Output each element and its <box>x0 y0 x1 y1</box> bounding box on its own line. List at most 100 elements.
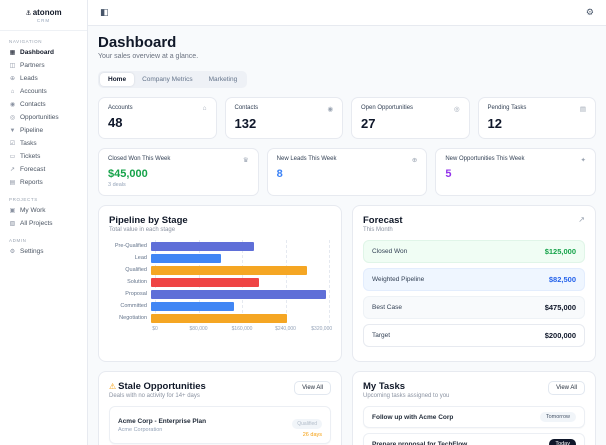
sidebar-item-label: Tasks <box>20 140 37 147</box>
funnel-icon: ▼ <box>9 127 16 134</box>
users-icon: ◉ <box>327 106 333 113</box>
chart-track <box>151 265 329 275</box>
sidebar-item-accounts[interactable]: ⌂ Accounts <box>0 85 87 98</box>
tab-marketing[interactable]: Marketing <box>201 73 246 86</box>
pipeline-panel: Pipeline by Stage Total value in each st… <box>98 205 342 362</box>
sidebar-item-label: My Work <box>20 207 46 214</box>
chart-x-tick: $160,000 <box>231 326 253 332</box>
forecast-header: Forecast This Month ↗ <box>363 215 585 240</box>
stat-cards-row: Accounts ⌂ 48 Contacts ◉ 132 Open Opportunitie… <box>98 97 596 139</box>
stat-label: Contacts <box>234 105 259 111</box>
sidebar-item-label: All Projects <box>20 220 53 227</box>
stale-header: ⚠ Stale Opportunities Deals with no activ… <box>109 381 331 406</box>
users-icon: ◉ <box>9 102 16 108</box>
gear-icon: ⚙ <box>9 249 16 255</box>
stat-label: Open Opportunities <box>361 105 414 111</box>
forecast-row-label: Best Case <box>372 304 402 311</box>
target-icon: ◎ <box>9 115 16 121</box>
stat-card-contacts: Contacts ◉ 132 <box>224 97 343 139</box>
forecast-rows: Closed Won $125,000 Weighted Pipeline $82,5… <box>363 240 585 347</box>
chart-bar <box>151 277 260 287</box>
trending-up-icon: ↗ <box>9 167 16 173</box>
stat-value: 12 <box>487 116 502 131</box>
week-card-label: New Leads This Week <box>276 156 337 162</box>
trending-up-icon: ↗ <box>578 215 585 224</box>
stat-card-accounts: Accounts ⌂ 48 <box>98 97 217 139</box>
tasks-header: My Tasks Upcoming tasks assigned to you … <box>363 381 585 406</box>
gear-icon[interactable]: ⚙ <box>586 7 594 18</box>
sidebar-item-forecast[interactable]: ↗ Forecast <box>0 163 87 176</box>
bottom-row: ⚠ Stale Opportunities Deals with no activ… <box>98 371 596 445</box>
chart-bar <box>151 301 235 311</box>
ticket-icon: ▭ <box>9 154 16 160</box>
sidebar-toggle-icon[interactable]: ◧ <box>100 7 109 18</box>
forecast-title: Forecast <box>363 215 403 226</box>
task-item[interactable]: Prepare proposal for TechFlow Today <box>363 433 585 445</box>
sidebar-item-leads[interactable]: ⊕ Leads <box>0 72 87 85</box>
stat-card-open-opportunities: Open Opportunities ◎ 27 <box>351 97 470 139</box>
my-tasks-panel: My Tasks Upcoming tasks assigned to you … <box>352 371 596 445</box>
chart-category-label: Committed <box>120 303 147 309</box>
stale-view-all-button[interactable]: View All <box>294 381 331 395</box>
building-icon: ⌂ <box>202 105 207 112</box>
due-badge: Today <box>549 439 576 445</box>
chart-category-label: Negotiation <box>119 315 147 321</box>
tasks-view-all-button[interactable]: View All <box>548 381 585 395</box>
stat-value: 27 <box>361 116 376 131</box>
sidebar-item-label: Partners <box>20 62 45 69</box>
task-list: Follow up with Acme Corp Tomorrow Prepare … <box>363 406 585 445</box>
briefcase-icon: ▣ <box>9 208 16 214</box>
stale-list: Acme Corp - Enterprise Plan Acme Corporat… <box>109 406 331 445</box>
chart-x-tick: $240,000 <box>275 326 296 332</box>
tab-home[interactable]: Home <box>100 73 135 86</box>
stat-value: 132 <box>234 116 257 131</box>
tasks-subtitle: Upcoming tasks assigned to you <box>363 393 450 399</box>
task-title: Follow up with Acme Corp <box>372 413 454 421</box>
chart-bar <box>151 265 307 275</box>
sidebar-item-label: Pipeline <box>20 127 44 134</box>
nav-section-label: Navigation <box>9 39 43 44</box>
chart-x-axis: $0 $80,000 $160,000 $240,000 $320,000 <box>152 324 332 333</box>
stale-opportunity-item[interactable]: Acme Corp - Enterprise Plan Acme Corporat… <box>109 406 331 444</box>
building-icon: ⌂ <box>10 88 15 95</box>
sidebar: ⚓atonom CRM Navigation ▦ Dashboard ◫ Partner… <box>0 0 88 445</box>
stale-subtitle: Deals with no activity for 14+ days <box>109 393 200 399</box>
chart-x-tick: $0 <box>152 326 158 332</box>
chart-row: Proposal <box>109 288 331 300</box>
sidebar-item-all-projects[interactable]: ▧ All Projects <box>0 217 87 230</box>
sidebar-item-label: Opportunities <box>20 114 59 121</box>
forecast-row-value: $475,000 <box>544 303 576 312</box>
chart-category-label: Pre-Qualified <box>114 243 147 249</box>
sidebar-item-my-work[interactable]: ▣ My Work <box>0 204 87 217</box>
user-plus-icon: ⊕ <box>9 76 16 82</box>
logo: ⚓atonom CRM <box>0 0 87 31</box>
forecast-row-value: $200,000 <box>544 331 576 340</box>
page-subtitle: Your sales overview at a glance. <box>98 53 199 60</box>
sidebar-item-reports[interactable]: ▤ Reports <box>0 176 87 189</box>
sidebar-item-opportunities[interactable]: ◎ Opportunities <box>0 111 87 124</box>
content: Dashboard Your sales overview at a glanc… <box>88 26 606 445</box>
task-item[interactable]: Follow up with Acme Corp Tomorrow <box>363 406 585 428</box>
sidebar-item-contacts[interactable]: ◉ Contacts <box>0 98 87 111</box>
tab-company-metrics[interactable]: Company Metrics <box>134 73 201 86</box>
sidebar-item-partners[interactable]: ◫ Partners <box>0 59 87 72</box>
sidebar-item-label: Leads <box>20 75 38 82</box>
sidebar-item-settings[interactable]: ⚙ Settings <box>0 245 87 258</box>
stale-title: Stale Opportunities <box>118 381 206 392</box>
week-card-new-leads-this-week: New Leads This Week ⊕ 8 <box>266 148 428 196</box>
week-card-value: $45,000 <box>108 168 148 180</box>
opportunity-company: Acme Corporation <box>118 426 163 433</box>
forecast-subtitle: This Month <box>363 227 393 233</box>
days-stale: 26 days <box>302 432 322 438</box>
sidebar-item-pipeline[interactable]: ▼ Pipeline <box>0 124 87 137</box>
topbar: ◧ ⚙ <box>88 0 606 26</box>
sidebar-item-tickets[interactable]: ▭ Tickets <box>0 150 87 163</box>
target-icon: ◎ <box>453 106 460 113</box>
forecast-row-value: $125,000 <box>544 247 576 256</box>
task-title: Prepare proposal for TechFlow <box>372 440 468 445</box>
sidebar-item-dashboard[interactable]: ▦ Dashboard <box>0 46 87 59</box>
dashboard-tabs: Home Company Metrics Marketing <box>98 71 248 88</box>
stage-badge: Qualified <box>292 419 322 429</box>
sidebar-item-tasks[interactable]: ☑ Tasks <box>0 137 87 150</box>
anchor-icon: ⚓ <box>25 10 32 17</box>
